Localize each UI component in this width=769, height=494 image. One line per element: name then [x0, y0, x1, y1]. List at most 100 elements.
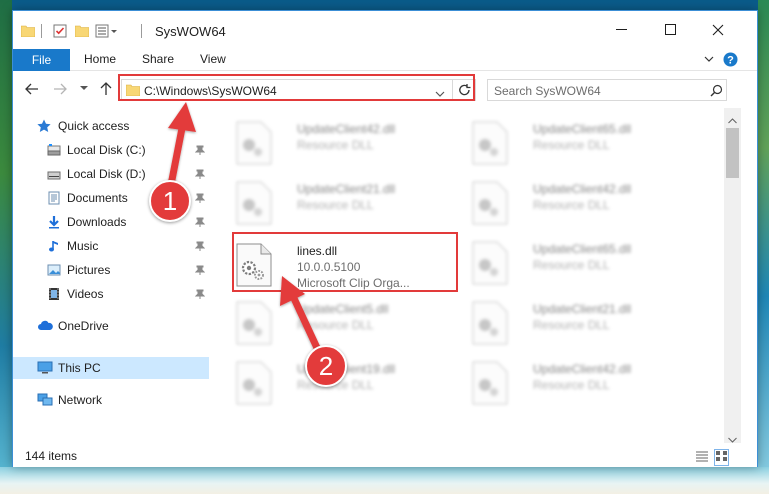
- file-name: UpdateClient21.dll: [533, 302, 632, 316]
- nav-videos[interactable]: Videos: [13, 283, 209, 305]
- desktop-background-bottom: [0, 467, 769, 494]
- scroll-up-icon[interactable]: [728, 113, 737, 127]
- ribbon: File Home Share View ?: [13, 49, 757, 71]
- nav-label: This PC: [58, 361, 101, 375]
- dll-file-icon: [472, 121, 508, 165]
- file-item[interactable]: UpdateClient42.dll Resource DLL: [460, 176, 690, 230]
- file-item[interactable]: UpdateClient5.dll Resource DLL: [224, 296, 454, 350]
- nav-quick-access[interactable]: Quick access: [13, 115, 209, 137]
- file-name: UpdateClient42.dll: [533, 362, 632, 376]
- new-folder-icon[interactable]: [75, 23, 89, 39]
- navigation-pane: Quick access Local Disk (C:) Local Disk …: [13, 108, 209, 443]
- pin-icon[interactable]: [194, 144, 206, 155]
- details-view-icon[interactable]: [695, 450, 709, 465]
- minimize-button[interactable]: [607, 19, 637, 41]
- downloads-icon: [47, 215, 61, 229]
- forward-button[interactable]: [51, 80, 69, 98]
- nav-label: Quick access: [58, 119, 130, 133]
- pin-icon[interactable]: [194, 288, 206, 299]
- file-item[interactable]: UpdateClient42.dll Resource DLL: [224, 116, 454, 170]
- file-item[interactable]: UpdateClient42.dll Resource DLL: [460, 356, 690, 410]
- callout-step-1: 1: [149, 180, 191, 222]
- tab-share[interactable]: Share: [142, 52, 174, 66]
- file-item[interactable]: UpdateClient21.dll Resource DLL: [460, 296, 690, 350]
- highlight-address-bar: [118, 74, 475, 101]
- dll-file-icon: [236, 361, 272, 405]
- separator-icon: [141, 23, 143, 39]
- back-arrow-icon: [25, 83, 38, 95]
- title-bar: SysWOW64: [13, 11, 757, 49]
- desktop-background-right: [758, 0, 769, 494]
- tab-file[interactable]: File: [13, 49, 70, 71]
- up-arrow-icon: [100, 82, 112, 95]
- close-icon: [712, 24, 724, 36]
- close-button[interactable]: [703, 19, 733, 41]
- file-item[interactable]: UpdateClient65.dll Resource DLL: [460, 236, 690, 290]
- file-description: Resource DLL: [533, 138, 610, 152]
- file-description: Resource DLL: [533, 318, 610, 332]
- svg-text:?: ?: [727, 55, 734, 67]
- scroll-down-icon[interactable]: [728, 432, 737, 446]
- tab-home[interactable]: Home: [84, 52, 116, 66]
- file-description: Resource DLL: [533, 378, 610, 392]
- recent-locations-button[interactable]: [75, 80, 93, 98]
- chevron-down-icon: [80, 86, 88, 90]
- desktop-background-left: [0, 0, 12, 494]
- network-icon: [37, 393, 53, 407]
- pin-icon[interactable]: [194, 216, 206, 227]
- search-input[interactable]: [494, 83, 694, 98]
- scrollbar-thumb[interactable]: [726, 128, 739, 178]
- nav-label: Documents: [67, 191, 128, 205]
- dll-file-icon: [472, 301, 508, 345]
- drive-icon: [47, 143, 61, 157]
- nav-network[interactable]: Network: [13, 389, 209, 411]
- search-icon[interactable]: [710, 84, 723, 100]
- status-bar: 144 items: [13, 445, 757, 467]
- highlight-file-lines-dll: [232, 232, 458, 292]
- pin-icon[interactable]: [194, 168, 206, 179]
- vertical-scrollbar[interactable]: [724, 108, 741, 443]
- nav-this-pc[interactable]: This PC: [13, 357, 209, 379]
- drive-icon: [47, 167, 61, 181]
- nav-label: Local Disk (D:): [67, 167, 146, 181]
- nav-label: Local Disk (C:): [67, 143, 146, 157]
- nav-label: Downloads: [67, 215, 127, 229]
- nav-pictures[interactable]: Pictures: [13, 259, 209, 281]
- nav-label: Videos: [67, 287, 104, 301]
- documents-icon: [47, 191, 61, 205]
- nav-music[interactable]: Music: [13, 235, 209, 257]
- pin-icon[interactable]: [194, 264, 206, 275]
- dll-file-icon: [472, 181, 508, 225]
- pictures-icon: [47, 263, 61, 277]
- file-name: UpdateClient5.dll: [297, 302, 389, 316]
- pin-icon[interactable]: [194, 192, 206, 203]
- file-description: Resource DLL: [297, 198, 374, 212]
- callout-step-2: 2: [305, 345, 347, 387]
- file-description: Resource DLL: [297, 138, 374, 152]
- window-title: SysWOW64: [155, 24, 226, 39]
- file-item[interactable]: UpdateClient65.dll Resource DLL: [460, 116, 690, 170]
- up-button[interactable]: [97, 80, 115, 98]
- search-box[interactable]: [487, 79, 727, 101]
- customize-toolbar-icon[interactable]: [95, 23, 119, 39]
- back-button[interactable]: [23, 80, 41, 98]
- nav-label: Pictures: [67, 263, 111, 277]
- maximize-button[interactable]: [656, 19, 686, 41]
- nav-label: OneDrive: [58, 319, 109, 333]
- file-name: UpdateClient65.dll: [533, 122, 632, 136]
- file-name: UpdateClient21.dll: [297, 182, 396, 196]
- help-icon[interactable]: ?: [723, 52, 738, 70]
- large-icons-view-icon[interactable]: [714, 449, 729, 466]
- star-icon: [37, 119, 51, 133]
- expand-ribbon-icon[interactable]: [703, 53, 715, 68]
- file-item[interactable]: UpdateClient21.dll Resource DLL: [224, 176, 454, 230]
- nav-label: Network: [58, 393, 103, 407]
- item-count: 144 items: [25, 449, 78, 463]
- nav-local-disk-c[interactable]: Local Disk (C:): [13, 139, 209, 161]
- tab-view[interactable]: View: [200, 52, 226, 66]
- file-name: UpdateClient65.dll: [533, 242, 632, 256]
- file-name: UpdateClient42.dll: [297, 122, 396, 136]
- nav-onedrive[interactable]: OneDrive: [13, 315, 209, 337]
- pin-icon[interactable]: [194, 240, 206, 251]
- properties-icon[interactable]: [53, 23, 67, 39]
